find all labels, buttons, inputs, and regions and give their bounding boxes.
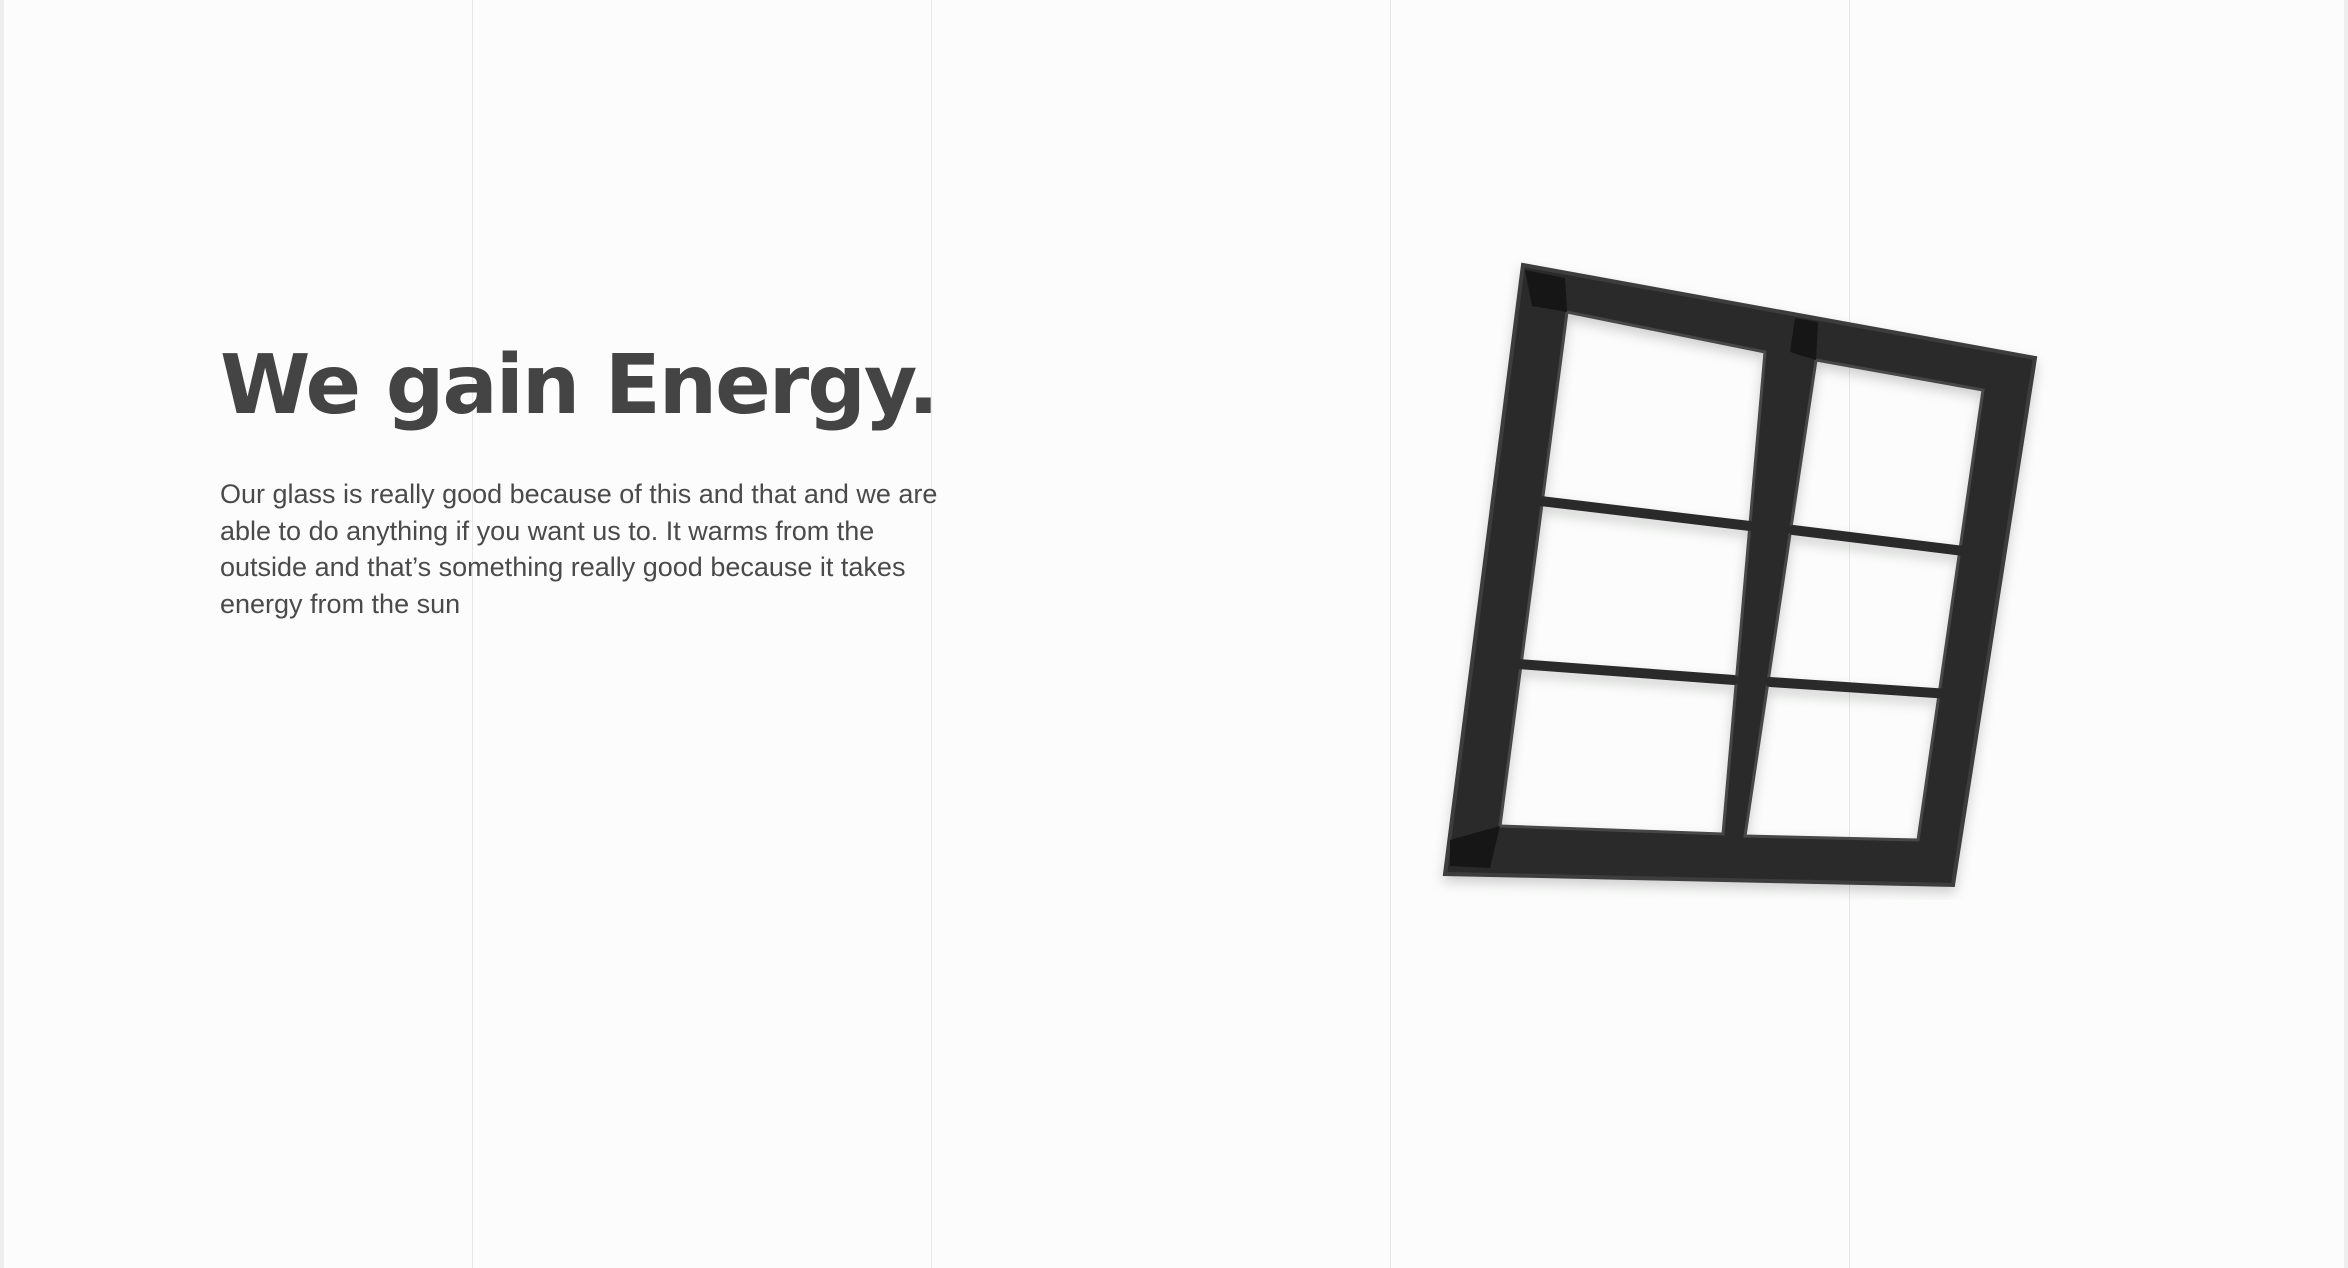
gridline-2 [931,0,932,1268]
gridline-3 [1390,0,1391,1268]
page: We gain Energy. Our glass is really good… [0,0,2348,1268]
window-frame-icon [1420,250,2060,900]
hero-title: We gain Energy. [220,338,939,433]
hero-section: We gain Energy. Our glass is really good… [220,326,980,622]
hero-description: Our glass is really good because of this… [220,479,938,619]
right-edge [2344,0,2348,1268]
left-edge [0,0,4,1268]
gridline-1 [472,0,473,1268]
